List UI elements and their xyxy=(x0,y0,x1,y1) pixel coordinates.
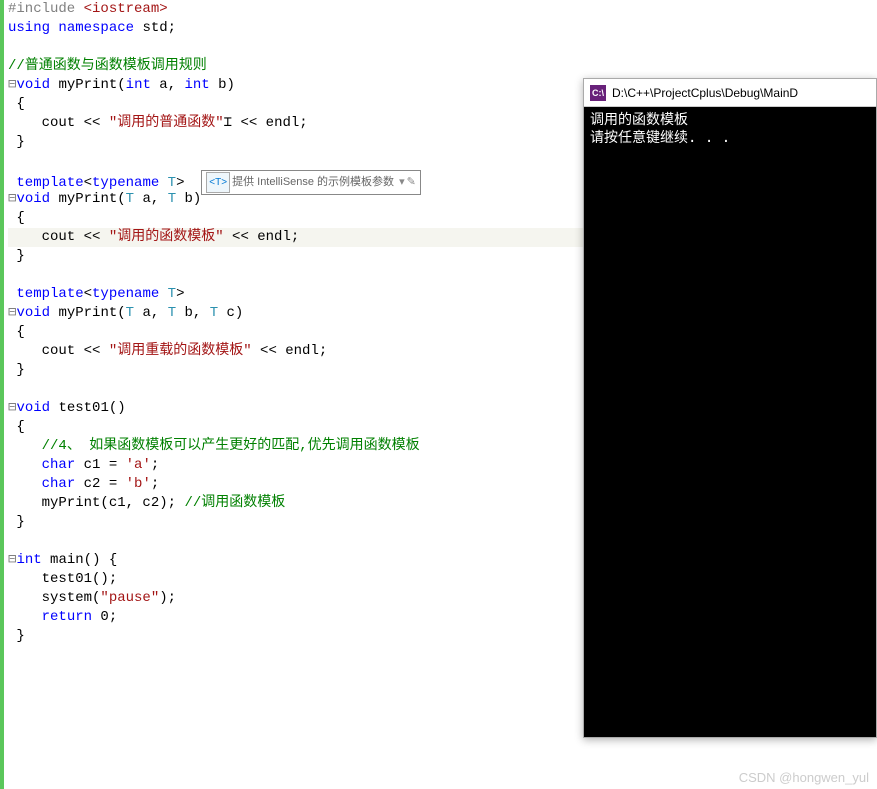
code-line[interactable]: //4、 如果函数模板可以产生更好的匹配,优先调用函数模板 xyxy=(8,437,590,456)
preprocessor: #include xyxy=(8,1,75,17)
console-title: D:\C++\ProjectCplus\Debug\MainD xyxy=(612,86,798,100)
comment: //4、 如果函数模板可以产生更好的匹配,优先调用函数模板 xyxy=(42,438,420,454)
console-output: 调用的函数模板 请按任意键继续. . . xyxy=(584,107,876,151)
change-gutter xyxy=(0,0,4,789)
code-line[interactable]: } xyxy=(8,627,590,646)
code-line[interactable] xyxy=(8,38,590,57)
code-line[interactable]: ⊟void myPrint(T a, T b, T c) xyxy=(8,304,590,323)
text-cursor-icon: ⌶ xyxy=(224,115,232,131)
code-line[interactable]: cout << "调用重载的函数模板" << endl; xyxy=(8,342,590,361)
string-literal: "调用重载的函数模板" xyxy=(109,343,252,359)
code-line[interactable]: cout << "调用的普通函数"⌶ << endl; xyxy=(8,114,590,133)
keyword-using: using xyxy=(8,20,50,36)
code-line[interactable]: { xyxy=(8,209,590,228)
code-line[interactable]: ⊟int main() { xyxy=(8,551,590,570)
watermark: CSDN @hongwen_yul xyxy=(739,770,869,785)
code-editor[interactable]: #include <iostream> using namespace std;… xyxy=(0,0,590,789)
code-line[interactable]: system("pause"); xyxy=(8,589,590,608)
code-line[interactable]: #include <iostream> xyxy=(8,0,590,19)
string-literal: "调用的函数模板" xyxy=(109,229,224,245)
code-line[interactable] xyxy=(8,532,590,551)
console-window[interactable]: C:\ D:\C++\ProjectCplus\Debug\MainD 调用的函… xyxy=(583,78,877,738)
edit-icon[interactable]: ✎ xyxy=(407,176,416,188)
code-line[interactable]: ⊟void test01() xyxy=(8,399,590,418)
keyword-namespace: namespace xyxy=(58,20,134,36)
dropdown-icon[interactable]: ▾ xyxy=(399,176,405,188)
code-line[interactable]: using namespace std; xyxy=(8,19,590,38)
code-line[interactable]: ⊟void myPrint(int a, int b) xyxy=(8,76,590,95)
type-T: T xyxy=(168,175,176,191)
code-line[interactable]: ⊟void myPrint(T a, T b) xyxy=(8,190,590,209)
code-line[interactable]: } xyxy=(8,361,590,380)
keyword-typename: typename xyxy=(92,175,159,191)
code-line[interactable] xyxy=(8,266,590,285)
code-line[interactable]: char c2 = 'b'; xyxy=(8,475,590,494)
comment: //普通函数与函数模板调用规则 xyxy=(8,58,207,74)
code-line[interactable]: { xyxy=(8,95,590,114)
keyword-template: template xyxy=(16,175,83,191)
string-literal: "调用的普通函数" xyxy=(109,115,224,131)
code-line[interactable]: { xyxy=(8,418,590,437)
comment: //调用函数模板 xyxy=(184,495,285,511)
code-line[interactable]: } xyxy=(8,247,590,266)
code-line[interactable]: } xyxy=(8,513,590,532)
console-line: 调用的函数模板 xyxy=(590,111,870,129)
console-icon: C:\ xyxy=(590,85,606,101)
code-line[interactable]: //普通函数与函数模板调用规则 xyxy=(8,57,590,76)
code-line[interactable]: template<typename T> xyxy=(8,285,590,304)
console-titlebar[interactable]: C:\ D:\C++\ProjectCplus\Debug\MainD xyxy=(584,79,876,107)
keyword-void: void xyxy=(16,77,50,93)
code-line[interactable]: template<typename T> <T>提供 IntelliSense … xyxy=(8,171,590,190)
code-line[interactable] xyxy=(8,152,590,171)
code-line[interactable]: return 0; xyxy=(8,608,590,627)
code-line[interactable]: { xyxy=(8,323,590,342)
code-line[interactable]: char c1 = 'a'; xyxy=(8,456,590,475)
include-header: <iostream> xyxy=(75,1,167,17)
code-line[interactable]: myPrint(c1, c2); //调用函数模板 xyxy=(8,494,590,513)
console-line: 请按任意键继续. . . xyxy=(590,129,870,147)
code-line[interactable] xyxy=(8,380,590,399)
code-line[interactable]: } xyxy=(8,133,590,152)
code-line[interactable]: test01(); xyxy=(8,570,590,589)
code-line-active[interactable]: cout << "调用的函数模板" << endl; xyxy=(8,228,590,247)
